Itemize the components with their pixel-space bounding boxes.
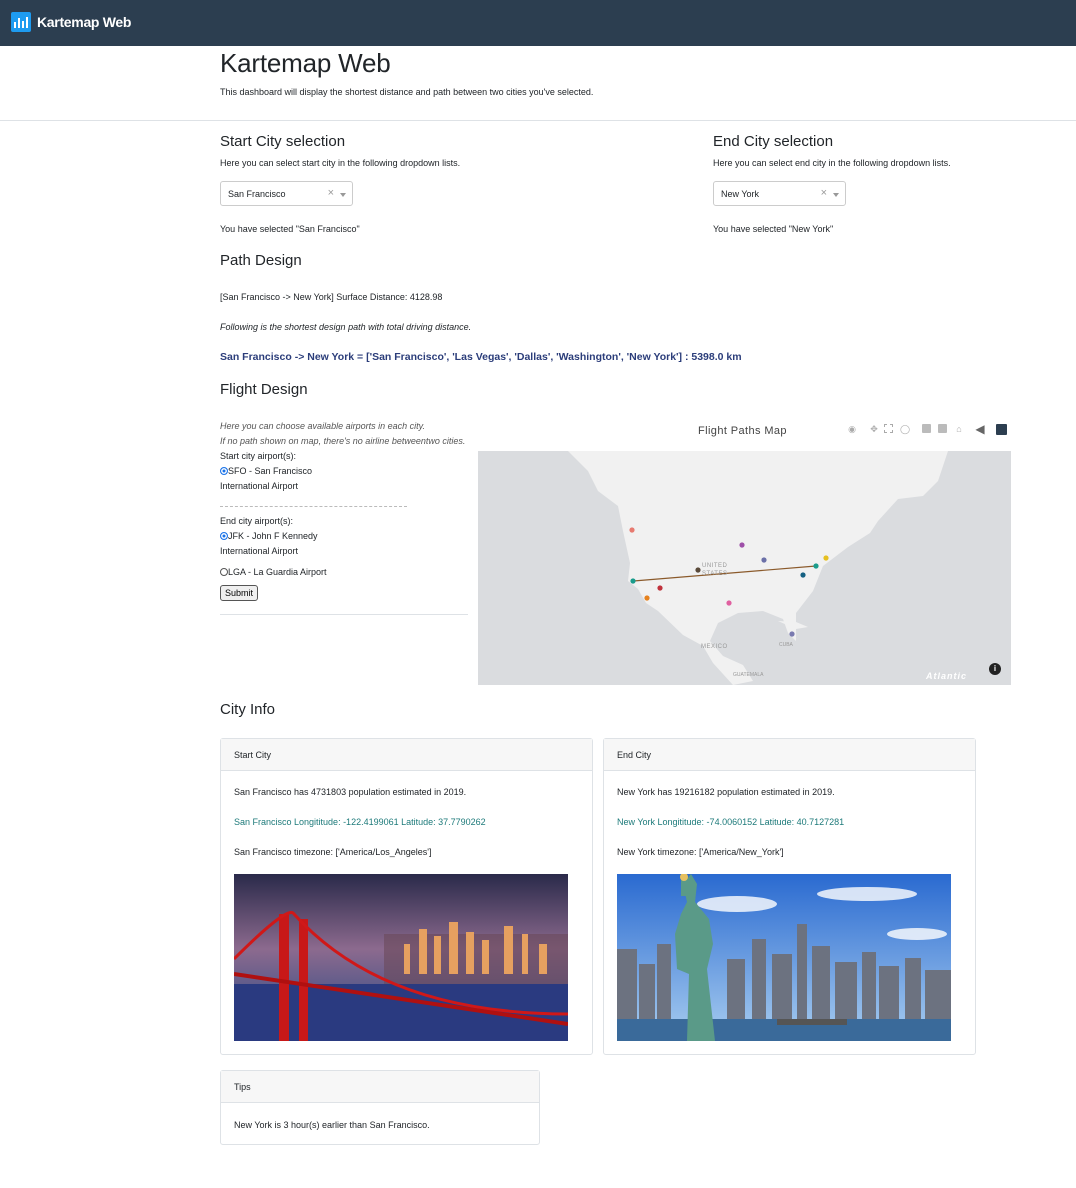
clear-icon[interactable]: × <box>328 187 334 199</box>
flight-design-heading: Flight Design <box>220 381 308 398</box>
flight-paths-map[interactable]: UNITED STATES MEXICO CUBA GUATEMALA Atla… <box>478 451 1011 685</box>
map-label-atlantic: Atlantic <box>926 671 968 681</box>
start-city-value: San Francisco <box>228 189 286 199</box>
start-city-timezone: San Francisco timezone: ['America/Los_An… <box>234 847 432 857</box>
end-city-dropdown[interactable]: New York × <box>713 181 846 206</box>
airport-marker <box>823 555 829 561</box>
end-city-timezone: New York timezone: ['America/New_York'] <box>617 847 784 857</box>
start-city-population: San Francisco has 4731803 population est… <box>234 787 467 797</box>
airport-marker <box>695 567 701 573</box>
page-subtitle: This dashboard will display the shortest… <box>220 87 594 97</box>
start-city-hint: Here you can select start city in the fo… <box>220 158 461 168</box>
airport-marker <box>761 557 767 563</box>
flight-hint-2: If no path shown on map, there's no airl… <box>220 436 466 446</box>
end-city-coords: New York Longititude: -74.0060152 Latitu… <box>617 817 845 827</box>
end-airport-option-jfk[interactable]: JFK - John F Kennedy <box>220 531 318 541</box>
end-city-card-title: End City <box>604 739 975 771</box>
surface-distance: [San Francisco -> New York] Surface Dist… <box>220 292 443 302</box>
zoom-out-icon[interactable] <box>938 424 947 433</box>
map-label-mexico: MEXICO <box>701 644 728 650</box>
start-airport-label: Start city airport(s): <box>220 451 297 461</box>
end-city-selected: You have selected "New York" <box>713 224 834 234</box>
chevron-down-icon[interactable] <box>340 193 346 197</box>
start-city-card: Start City San Francisco has 4731803 pop… <box>220 738 593 1055</box>
pan-icon[interactable]: ✥ <box>869 424 879 434</box>
airport-marker <box>630 578 636 584</box>
zoom-in-icon[interactable] <box>922 424 931 433</box>
page-title: Kartemap Web <box>220 48 391 78</box>
path-note: Following is the shortest design path wi… <box>220 322 472 332</box>
map-label-us: UNITED <box>702 563 728 569</box>
start-city-card-title: Start City <box>221 739 592 771</box>
city-info-heading: City Info <box>220 701 276 718</box>
bar-chart-icon <box>11 12 31 32</box>
info-icon[interactable]: i <box>989 663 1001 675</box>
airport-marker <box>644 595 650 601</box>
map-canvas <box>478 451 1011 685</box>
airport-marker <box>739 542 745 548</box>
airport-marker <box>789 631 795 637</box>
end-city-heading: End City selection <box>713 133 834 150</box>
plotly-logo-icon[interactable] <box>996 424 1007 435</box>
end-city-hint: Here you can select end city in the foll… <box>713 158 951 168</box>
map-label-guatemala: GUATEMALA <box>733 672 764 678</box>
box-select-icon[interactable] <box>884 424 893 433</box>
end-airport-option-lga[interactable]: LGA - La Guardia Airport <box>220 567 327 577</box>
airport-divider <box>220 506 407 507</box>
start-airport-option-sfo-line2: International Airport <box>220 481 299 491</box>
tips-text: New York is 3 hour(s) earlier than San F… <box>234 1120 430 1130</box>
san-francisco-photo <box>234 874 568 1041</box>
header-divider <box>0 120 1076 121</box>
end-city-card: End City New York has 19216182 populatio… <box>603 738 976 1055</box>
start-city-heading: Start City selection <box>220 133 346 150</box>
map-title: Flight Paths Map <box>698 425 787 437</box>
camera-icon[interactable]: ◉ <box>847 424 857 434</box>
airport-marker <box>629 527 635 533</box>
radio-unselected-icon[interactable] <box>220 568 228 576</box>
brand-title: Kartemap Web <box>37 14 132 30</box>
end-airport-option-jfk-line2: International Airport <box>220 546 299 556</box>
flight-hint-1: Here you can choose available airports i… <box>220 421 425 431</box>
airport-marker <box>657 585 663 591</box>
airport-marker <box>800 572 806 578</box>
path-result: San Francisco -> New York = ['San Franci… <box>220 351 742 363</box>
flight-form-divider <box>220 614 468 615</box>
new-york-photo <box>617 874 951 1041</box>
arrow-left-icon[interactable]: ◀ <box>975 423 985 435</box>
path-design-heading: Path Design <box>220 252 302 269</box>
brand-link[interactable]: Kartemap Web <box>11 12 131 32</box>
airport-marker <box>726 600 732 606</box>
end-city-value: New York <box>721 189 760 199</box>
map-label-cuba: CUBA <box>779 642 793 648</box>
radio-selected-icon[interactable] <box>220 532 228 540</box>
navbar: Kartemap Web <box>0 0 1076 46</box>
chevron-down-icon[interactable] <box>833 193 839 197</box>
end-city-population: New York has 19216182 population estimat… <box>617 787 835 797</box>
home-icon[interactable]: ⌂ <box>954 424 964 434</box>
start-city-coords: San Francisco Longititude: -122.4199061 … <box>234 817 486 827</box>
map-label-us-2: STATES <box>702 571 728 577</box>
airport-marker <box>813 563 819 569</box>
tips-card: Tips New York is 3 hour(s) earlier than … <box>220 1070 540 1145</box>
submit-button[interactable]: Submit <box>220 585 259 601</box>
lasso-icon[interactable]: ◯ <box>900 424 910 434</box>
end-airport-label: End city airport(s): <box>220 516 294 526</box>
start-city-dropdown[interactable]: San Francisco × <box>220 181 353 206</box>
radio-selected-icon[interactable] <box>220 467 228 475</box>
start-airport-option-sfo[interactable]: SFO - San Francisco <box>220 466 312 476</box>
clear-icon[interactable]: × <box>821 187 827 199</box>
tips-card-title: Tips <box>221 1071 539 1103</box>
start-city-selected: You have selected "San Francisco" <box>220 224 360 234</box>
